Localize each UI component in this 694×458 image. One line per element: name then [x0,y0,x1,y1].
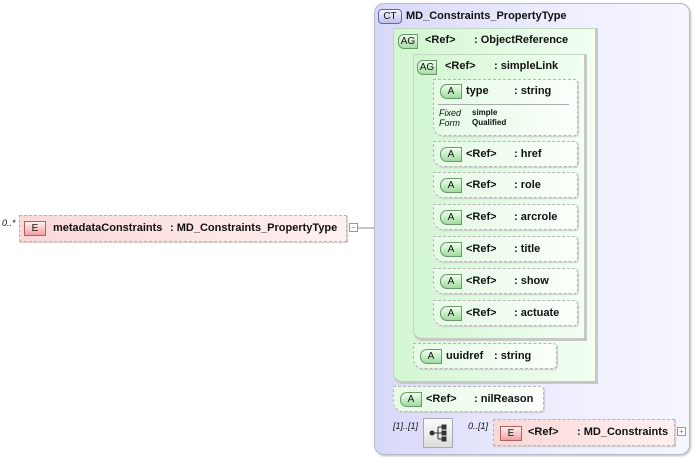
sequence-compositor[interactable] [423,418,453,448]
ref-label: <Ref> [466,148,497,160]
uuidref-attribute[interactable]: A uuidref : string [413,343,557,369]
attribute-badge-icon: A [440,306,462,321]
link-attribute[interactable]: A <Ref> : href [433,141,578,167]
element-cardinality: 0..[1] [468,421,489,431]
attribute-badge-icon: A [440,178,462,193]
attribute-badge-icon: A [440,84,462,99]
link-attribute[interactable]: A <Ref> : arcrole [433,204,578,230]
sequence-icon [429,424,447,442]
ref-label: <Ref> [445,60,476,72]
attr-type: : show [514,275,549,287]
link-attribute[interactable]: A <Ref> : role [433,172,578,198]
element-type: : MD_Constraints [577,426,669,438]
root-name: metadataConstraints [53,222,163,234]
type-attribute[interactable]: A type : string Fixed simple Form Qualif… [433,79,578,136]
attribute-group-badge-icon: AG [417,60,437,75]
complex-type-badge-icon: CT [378,9,402,24]
attribute-badge-icon: A [440,147,462,162]
sequence-cardinality: [1]..[1] [393,421,419,431]
attribute-badge-icon: A [420,349,442,364]
attr-type: : string [494,350,532,362]
group-type: : ObjectReference [474,34,569,46]
link-attribute[interactable]: A <Ref> : show [433,268,578,294]
element-badge-icon: E [24,221,46,236]
collapse-toggle[interactable]: − [349,223,358,232]
ref-label: <Ref> [466,211,497,223]
ref-label: <Ref> [425,34,456,46]
ref-label: <Ref> [528,426,559,438]
attribute-badge-icon: A [400,392,422,407]
attr-type: : nilReason [474,393,534,405]
fixed-label: Fixed [439,108,462,118]
attribute-badge-icon: A [440,210,462,225]
attr-type: : role [514,179,541,191]
root-type: : MD_Constraints_PropertyType [170,222,338,234]
attribute-badge-icon: A [440,242,462,257]
group-type: : simpleLink [494,60,559,72]
form-value: Qualified [472,118,507,127]
element-badge-icon: E [500,426,522,441]
expand-toggle[interactable]: + [677,427,686,436]
ref-label: <Ref> [466,179,497,191]
link-attribute[interactable]: A <Ref> : actuate [433,300,578,326]
md-constraints-element[interactable]: E <Ref> : MD_Constraints [493,419,675,446]
attribute-group-badge-icon: AG [398,34,418,49]
attr-type: : arcrole [514,211,558,223]
form-label: Form [439,118,460,128]
ref-label: <Ref> [466,307,497,319]
complex-type-name: MD_Constraints_PropertyType [406,10,567,22]
ref-label: <Ref> [466,275,497,287]
root-cardinality: 0..* [2,218,16,228]
ref-label: <Ref> [426,393,457,405]
attr-type: : string [514,85,552,97]
attr-name: uuidref [446,350,484,362]
attr-type: : title [514,243,541,255]
attr-name: type [466,85,489,97]
attr-type: : actuate [514,307,560,319]
root-element[interactable]: E metadataConstraints : MD_Constraints_P… [19,215,347,242]
nil-reason-attribute[interactable]: A <Ref> : nilReason [393,386,544,412]
link-attribute[interactable]: A <Ref> : title [433,236,578,262]
fixed-value: simple [472,108,498,117]
attribute-badge-icon: A [440,274,462,289]
ref-label: <Ref> [466,243,497,255]
attr-type: : href [514,148,542,160]
